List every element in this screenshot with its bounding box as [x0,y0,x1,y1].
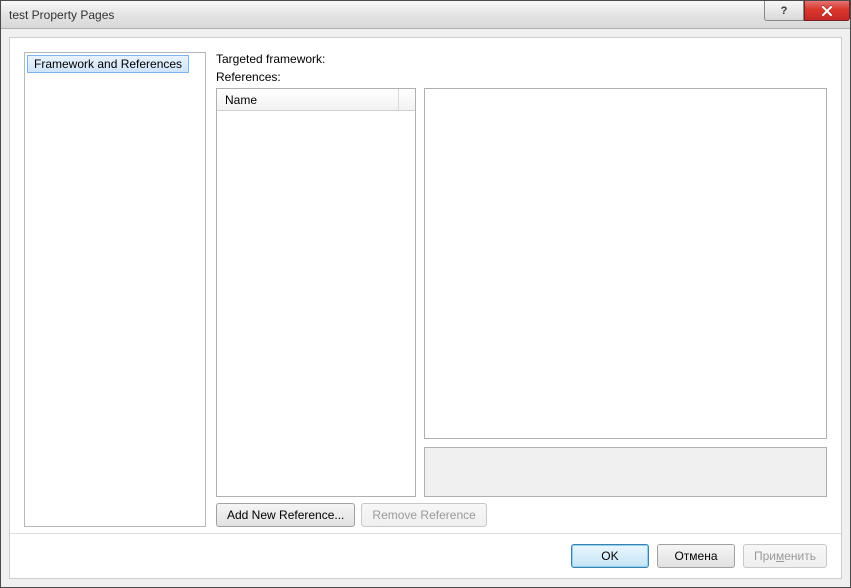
add-new-reference-button[interactable]: Add New Reference... [216,503,355,527]
tree-item-label: Framework and References [34,57,182,71]
client-area: Framework and References Targeted framew… [9,37,842,579]
help-icon: ? [781,5,788,17]
button-label: Remove Reference [372,508,475,522]
content-area: Framework and References Targeted framew… [10,38,841,533]
ok-button[interactable]: OK [571,544,649,568]
title-bar: test Property Pages ? [1,1,850,29]
right-pane: Targeted framework: References: Name [216,52,827,527]
close-icon [821,6,833,16]
detail-column [424,88,827,497]
button-label: Отмена [674,549,717,563]
reference-description-panel [424,447,827,497]
apply-button: Применить [743,544,827,568]
column-header-label: Name [225,93,257,107]
column-header-name[interactable]: Name [217,89,399,110]
button-label: Add New Reference... [227,508,344,522]
help-button[interactable]: ? [764,1,804,21]
targeted-framework-label: Targeted framework: [216,52,827,66]
references-header: Name [217,89,415,111]
cancel-button[interactable]: Отмена [657,544,735,568]
category-tree[interactable]: Framework and References [24,52,206,527]
property-pages-dialog: test Property Pages ? Framework and Refe… [0,0,851,588]
window-buttons: ? [764,1,850,28]
dialog-footer: OK Отмена Применить [10,533,841,578]
remove-reference-button: Remove Reference [361,503,486,527]
tree-item-framework-references[interactable]: Framework and References [27,55,189,73]
references-list-body[interactable] [217,111,415,496]
references-label: References: [216,70,827,84]
button-label: Применить [754,549,816,563]
column-header-spacer [399,89,415,110]
window-title: test Property Pages [9,8,114,22]
reference-detail-panel [424,88,827,439]
button-label: OK [601,549,618,563]
close-button[interactable] [804,1,850,21]
references-list[interactable]: Name [216,88,416,497]
reference-buttons: Add New Reference... Remove Reference [216,503,827,527]
panes: Name [216,88,827,497]
